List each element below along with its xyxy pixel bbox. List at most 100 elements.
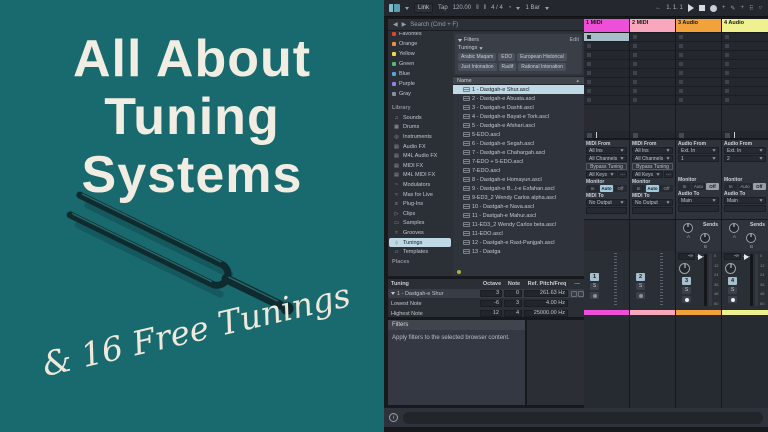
- peak-level-field[interactable]: -∞: [678, 253, 695, 260]
- clip-slot[interactable]: [676, 60, 721, 69]
- stop-all-clips-icon[interactable]: [587, 132, 592, 138]
- solo-button[interactable]: S: [728, 287, 737, 294]
- monitor-auto-button[interactable]: Auto: [600, 185, 613, 192]
- output-sub-field[interactable]: [586, 207, 627, 214]
- input-channel-dropdown[interactable]: 2: [724, 155, 766, 162]
- keys-more-button[interactable]: …: [618, 171, 627, 178]
- clip-slot[interactable]: [630, 42, 675, 51]
- volume-fader-handle[interactable]: [744, 254, 749, 260]
- color-label-item[interactable]: Green: [388, 59, 452, 69]
- file-row[interactable]: 7 - Dastgah-e Chahargah.ascl: [453, 148, 584, 157]
- filters-group-label[interactable]: Tunings: [458, 44, 579, 52]
- output-sub-field[interactable]: [724, 205, 766, 212]
- input-type-dropdown[interactable]: All Ins: [632, 147, 673, 154]
- auto-preview-indicator[interactable]: [457, 270, 461, 274]
- octave-value[interactable]: 3: [480, 290, 502, 297]
- sidebar-item[interactable]: ▤ M4L Audio FX: [389, 151, 451, 161]
- overdub-icon[interactable]: +: [722, 5, 726, 11]
- nudge-down-icon[interactable]: ⫴: [476, 5, 479, 12]
- input-type-dropdown[interactable]: Ext. In: [678, 147, 719, 154]
- clip-slot[interactable]: [722, 69, 768, 78]
- peak-level-field[interactable]: -∞: [724, 253, 741, 260]
- lowest-note-value[interactable]: 3: [504, 300, 522, 307]
- file-row[interactable]: 7-EDO.ascl: [453, 166, 584, 175]
- keys-dropdown[interactable]: All Keys: [586, 171, 617, 178]
- disclosure-icon[interactable]: [391, 292, 395, 295]
- record-button[interactable]: [709, 4, 717, 12]
- sidebar-item[interactable]: ▷ Clips: [389, 209, 451, 219]
- filter-chip[interactable]: Rational Intonation: [518, 63, 566, 71]
- solo-button[interactable]: S: [636, 283, 645, 290]
- filters-disclosure-icon[interactable]: [458, 38, 462, 42]
- input-channel-dropdown[interactable]: All Channels: [586, 155, 627, 162]
- clip-slot[interactable]: [630, 69, 675, 78]
- file-row[interactable]: 7-EDO + 5-EDO.ascl: [453, 157, 584, 166]
- quantize-menu[interactable]: 1 Bar: [525, 5, 539, 11]
- highest-octave-value[interactable]: 12: [480, 310, 502, 317]
- session-record-icon[interactable]: ○: [758, 5, 762, 11]
- track-stop-row[interactable]: [722, 131, 768, 139]
- track-stop-row[interactable]: [630, 131, 675, 139]
- search-input[interactable]: Search (Cmd + F): [410, 22, 458, 28]
- sidebar-item[interactable]: ▱ Templates: [389, 247, 451, 257]
- output-dropdown[interactable]: No Output: [586, 199, 627, 206]
- track-activator-button[interactable]: 1: [590, 273, 599, 281]
- edit-filters-button[interactable]: Edit: [570, 37, 579, 43]
- monitor-switch[interactable]: In Auto Off: [724, 183, 766, 190]
- sidebar-item[interactable]: ψ Tunings: [389, 237, 451, 248]
- clip-slot[interactable]: [722, 78, 768, 87]
- volume-fader-track[interactable]: [750, 254, 753, 306]
- arm-button[interactable]: [590, 292, 599, 299]
- pan-knob[interactable]: [725, 263, 736, 274]
- monitor-off-button[interactable]: Off: [706, 183, 719, 190]
- monitor-auto-button[interactable]: Auto: [692, 183, 705, 190]
- play-button[interactable]: [687, 4, 694, 12]
- clip-slot[interactable]: [630, 51, 675, 60]
- tap-button[interactable]: Tap: [438, 5, 448, 11]
- clip-slot[interactable]: [722, 96, 768, 105]
- ref-pitch-value[interactable]: 261.63 Hz: [524, 290, 568, 297]
- track-stop-row[interactable]: [676, 131, 721, 139]
- tuning-row-current[interactable]: 1 - Dastgah-e Shur 3 0 261.63 Hz: [388, 289, 584, 298]
- metronome-icon[interactable]: ◔: [508, 5, 512, 11]
- arm-button[interactable]: [636, 292, 645, 299]
- sidebar-item[interactable]: ▤ M4L MIDI FX: [389, 171, 451, 181]
- info-icon[interactable]: i: [389, 413, 398, 422]
- clip-slot[interactable]: [584, 42, 629, 51]
- color-label-item[interactable]: Purple: [388, 79, 452, 89]
- highest-freq-value[interactable]: 25000.00 Hz: [524, 310, 568, 317]
- monitor-off-button[interactable]: Off: [752, 183, 766, 190]
- send-b-knob[interactable]: [700, 233, 710, 243]
- file-row[interactable]: 9-ED3_2 Wendy Carlos alpha.ascl: [453, 193, 584, 202]
- clip-slot[interactable]: [630, 78, 675, 87]
- sidebar-item[interactable]: ≈ Max for Live: [389, 190, 451, 200]
- stop-all-clips-icon[interactable]: [633, 132, 638, 138]
- clip-slot[interactable]: [676, 96, 721, 105]
- color-label-item[interactable]: Favorites: [388, 32, 452, 39]
- clip-slot[interactable]: [630, 96, 675, 105]
- monitor-switch[interactable]: In Auto Off: [678, 183, 719, 190]
- clip-slot[interactable]: [584, 33, 629, 42]
- clip-slot[interactable]: [630, 87, 675, 96]
- file-row[interactable]: 13 - Dastga: [453, 247, 584, 256]
- filter-chip[interactable]: European Historical: [517, 53, 567, 61]
- clip-slot[interactable]: [630, 60, 675, 69]
- clip-slot[interactable]: [676, 33, 721, 42]
- filter-chip[interactable]: EDO: [498, 53, 516, 61]
- output-dropdown[interactable]: Main: [724, 197, 766, 204]
- chevron-down-icon[interactable]: [405, 6, 409, 10]
- arm-button[interactable]: [728, 296, 737, 303]
- monitor-switch[interactable]: In Auto Off: [632, 185, 673, 192]
- file-row[interactable]: 3 - Dastgah-e Dashti.ascl: [453, 103, 584, 112]
- output-dropdown[interactable]: Main: [678, 197, 719, 204]
- file-row[interactable]: 11 - Dastgah-e Mahur.ascl: [453, 211, 584, 220]
- track-stop-row[interactable]: [584, 131, 629, 139]
- back-arrow-icon[interactable]: ◀: [393, 21, 398, 28]
- color-label-item[interactable]: Yellow: [388, 49, 452, 59]
- follow-icon[interactable]: ←: [655, 5, 661, 11]
- file-row[interactable]: 10 - Dastgah-e Nava.ascl: [453, 202, 584, 211]
- clip-slot[interactable]: [676, 78, 721, 87]
- sidebar-item[interactable]: ◎ Instruments: [389, 132, 451, 142]
- color-label-item[interactable]: Orange: [388, 39, 452, 49]
- track-activator-button[interactable]: 3: [682, 277, 691, 285]
